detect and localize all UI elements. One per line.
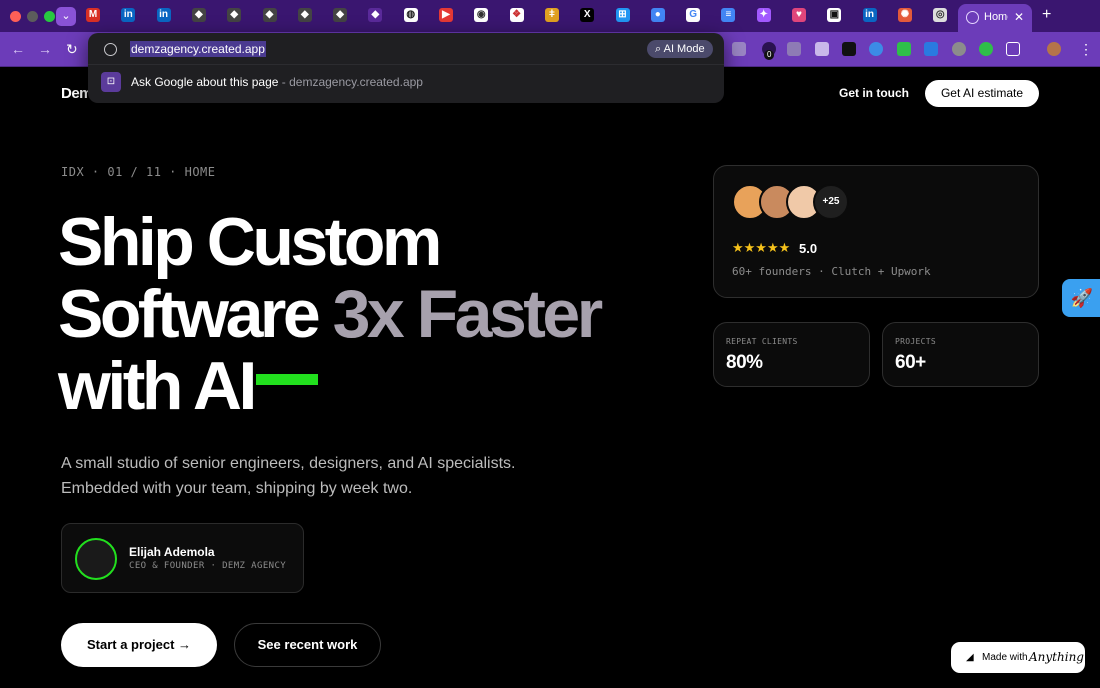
close-tab-icon[interactable]: ✕	[1014, 10, 1024, 24]
rocket-widget-icon[interactable]: 🚀	[1062, 279, 1100, 317]
headline-line-3: with AI	[58, 348, 257, 424]
founder-name: Elijah Ademola	[129, 545, 215, 559]
close-window-icon[interactable]	[10, 11, 21, 22]
browser-tab-strip: ⌄ Min in ◆ ◆ ◆ ◆ ◆ ◆ ◍ ▶ ◉ ❖ ǂ X ⊞ ● G ≡ ✦ ♥ ▣ in ✺ ◎ Home ✕ +	[0, 0, 1100, 32]
omnibox-suggestion[interactable]: Ask Google about this page - demzagency.…	[131, 75, 423, 89]
active-tab-title: Home	[984, 11, 1008, 23]
forward-icon[interactable]: →	[38, 41, 52, 57]
pinned-tab-favicon[interactable]: ◆	[227, 8, 242, 22]
extension-icon[interactable]	[979, 42, 993, 56]
rating-source: 60+ founders · Clutch + Upwork	[732, 265, 931, 278]
active-tab[interactable]: Home ✕	[958, 4, 1032, 32]
extension-icon[interactable]	[924, 42, 938, 56]
subtitle-line-2: Embedded with your team, shipping by wee…	[61, 480, 413, 497]
pinned-tab-favicon[interactable]: in	[156, 8, 171, 22]
omnibox-dropdown: demzagency.created.app ⌕ AI Mode ⊡ Ask G…	[88, 33, 724, 103]
pinned-tab-favicon[interactable]: ǂ	[544, 8, 559, 22]
pinned-tab-favicon[interactable]: ◉	[474, 8, 489, 22]
pinned-tab-favicon[interactable]: ⊞	[615, 8, 630, 22]
founder-role: CEO & FOUNDER · DEMZ AGENCY	[129, 561, 287, 571]
accent-bar	[255, 374, 318, 385]
omnibox-input-row[interactable]: demzagency.created.app ⌕ AI Mode	[88, 33, 724, 65]
pinned-tab-favicon[interactable]: M	[86, 8, 100, 22]
omnibox-url[interactable]: demzagency.created.app	[130, 41, 266, 57]
extension-icon[interactable]	[897, 42, 911, 56]
pinned-tab-favicon[interactable]: ▶	[439, 8, 453, 22]
stat-value: 80%	[726, 352, 763, 373]
reload-icon[interactable]: ↻	[66, 41, 78, 58]
headline-line-2a: Software	[58, 276, 333, 352]
pinned-tab-favicon[interactable]: in	[862, 8, 877, 22]
headline-line-1: Ship Custom	[58, 204, 442, 280]
lens-icon: ⊡	[101, 72, 121, 92]
hero-headline: Ship Custom Software 3x Faster with AI	[58, 204, 604, 424]
stat-card-repeat-clients: REPEAT CLIENTS 80%	[713, 322, 870, 387]
extension-icon[interactable]	[952, 42, 966, 56]
minimize-window-icon[interactable]	[27, 11, 38, 22]
suggestion-url: - demzagency.created.app	[278, 75, 423, 89]
ai-mode-label: AI Mode	[663, 43, 705, 55]
pinned-tab-favicon[interactable]: ◆	[368, 8, 383, 22]
rating-score: 5.0	[799, 241, 818, 256]
page-index-label: IDX · 01 / 11 · HOME	[61, 165, 216, 179]
made-with-label: Made with	[982, 652, 1028, 663]
see-recent-work-button[interactable]: See recent work	[234, 623, 381, 667]
pinned-tab-favicon[interactable]: ≡	[721, 8, 736, 22]
rocket-extension-icon[interactable]	[815, 42, 829, 56]
pinned-tab-favicon[interactable]: ●	[650, 8, 665, 22]
pinned-tab-favicon[interactable]: ✦	[756, 8, 771, 22]
back-icon[interactable]: ←	[11, 41, 25, 57]
get-ai-estimate-button[interactable]: Get AI estimate	[925, 80, 1039, 107]
star-rating-icon: ★★★★★	[732, 240, 791, 255]
founder-avatar	[75, 538, 117, 580]
pinned-tab-favicon[interactable]: ◍	[403, 8, 418, 22]
camera-extension-icon[interactable]	[732, 42, 746, 56]
more-menu-icon[interactable]: ⋮	[1079, 41, 1093, 58]
pinned-tab-favicon[interactable]: ◆	[191, 8, 206, 22]
rating-card: +25 ★★★★★ 5.0 60+ founders · Clutch + Up…	[713, 165, 1039, 298]
tab-search-icon[interactable]: ⌄	[56, 7, 76, 26]
headline-line-2b: 3x Faster	[332, 276, 604, 352]
new-tab-icon[interactable]: +	[1042, 6, 1051, 24]
extension-icon[interactable]	[787, 42, 801, 56]
globe-icon	[966, 11, 979, 24]
extension-icon[interactable]	[869, 42, 883, 56]
more-clients-count: +25	[813, 184, 849, 220]
subtitle-line-1: A small studio of senior engineers, desi…	[61, 455, 516, 472]
start-project-button[interactable]: Start a project →	[61, 623, 217, 667]
stat-value: 60+	[895, 352, 926, 373]
get-in-touch-link[interactable]: Get in touch	[839, 86, 909, 100]
stat-label: REPEAT CLIENTS	[726, 337, 798, 346]
pinned-tab-favicon[interactable]: X	[580, 8, 595, 22]
stat-card-projects: PROJECTS 60+	[882, 322, 1039, 387]
pinned-tab-favicon[interactable]: ◎	[933, 8, 948, 22]
suggestion-text: Ask Google about this page	[131, 75, 279, 89]
pinned-tab-favicon[interactable]: ▣	[827, 8, 842, 22]
ai-mode-button[interactable]: ⌕ AI Mode	[647, 40, 713, 58]
pinned-tab-favicon[interactable]: ❖	[509, 8, 524, 22]
extension-icon[interactable]	[842, 42, 856, 56]
profile-avatar[interactable]	[1047, 42, 1061, 56]
pinned-tab-favicon[interactable]: ◆	[297, 8, 312, 22]
made-with-badge[interactable]: ◢ Made with Anything	[951, 642, 1085, 673]
pinned-tab-favicon[interactable]: in	[121, 8, 136, 22]
made-with-brand: Anything	[1029, 650, 1084, 664]
anything-logo-icon: ◢	[966, 652, 974, 663]
hero-subtitle: A small studio of senior engineers, desi…	[61, 451, 515, 501]
founder-card: Elijah Ademola CEO & FOUNDER · DEMZ AGEN…	[61, 523, 304, 593]
pinned-tab-favicon[interactable]: ♥	[792, 8, 806, 22]
stat-label: PROJECTS	[895, 337, 936, 346]
puzzle-icon[interactable]	[1006, 42, 1020, 56]
pinned-tab-favicon[interactable]: G	[686, 8, 701, 22]
pinned-tab-favicon[interactable]: ✺	[897, 8, 912, 22]
pinned-tab-favicon[interactable]: ◆	[333, 8, 348, 22]
maximize-window-icon[interactable]	[44, 11, 55, 22]
pinned-tab-favicon[interactable]: ◆	[262, 8, 277, 22]
globe-icon	[104, 43, 117, 56]
